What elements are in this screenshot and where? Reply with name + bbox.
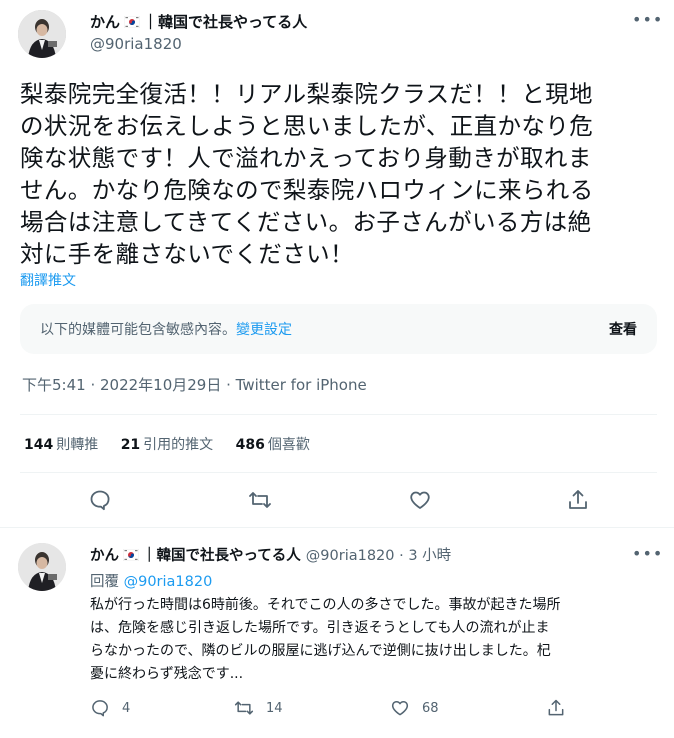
tweet-text-line: 場合は注意してきてください。お子さんがいる方は絶 xyxy=(20,208,592,236)
like-button[interactable] xyxy=(408,488,432,512)
display-name-suffix[interactable]: ｜韓国で社長やってる人 xyxy=(142,544,301,565)
reply-text: 私が行った時間は6時前後。それでこの人の多さでした。事故が起きた場所 は、危険を… xyxy=(90,594,660,686)
reply-author-row[interactable]: かん ｜韓国で社長やってる人 @90ria1820 · 3 小時 xyxy=(90,544,451,565)
replying-label: 回覆 xyxy=(90,574,119,590)
share-button[interactable] xyxy=(566,488,590,512)
tweet-text-line: 険な状態です！人で溢れかえっており身動きが取れま xyxy=(20,144,592,172)
main-tweet: かん ｜韓国で社長やってる人 @90ria1820 ••• 梨泰院完全復活！！リ… xyxy=(0,0,674,528)
display-name-suffix[interactable]: ｜韓国で社長やってる人 xyxy=(143,11,307,32)
reply-text-line: 私が行った時間は6時前後。それでこの人の多さでした。事故が起きた場所 xyxy=(90,597,561,613)
reply-icon xyxy=(92,700,108,717)
retweet-icon xyxy=(234,701,254,715)
retweet-count: 14 xyxy=(266,700,283,716)
retweet-label: 則轉推 xyxy=(56,437,99,453)
retweet-count: 144 xyxy=(24,437,54,453)
engagement-stats: 144 則轉推 21 引用的推文 486 個喜歡 xyxy=(24,434,328,454)
more-options-icon[interactable]: ••• xyxy=(632,546,663,562)
retweet-stat[interactable]: 144 則轉推 xyxy=(24,437,98,453)
reply-icon xyxy=(90,490,110,511)
sensitive-warning-message: 以下的媒體可能包含敏感內容。 xyxy=(40,322,236,338)
author-name-row[interactable]: かん ｜韓国で社長やってる人 xyxy=(90,11,307,32)
change-settings-link[interactable]: 變更設定 xyxy=(236,322,292,338)
reply-share-button[interactable] xyxy=(546,698,578,718)
display-name[interactable]: かん xyxy=(90,11,120,32)
tweet-text-line: の状況をお伝えしようと思いましたが、正直かなり危 xyxy=(20,112,594,140)
like-icon xyxy=(410,491,430,509)
korea-flag-icon xyxy=(123,548,139,561)
avatar-photo xyxy=(18,10,66,58)
like-count: 68 xyxy=(422,700,439,716)
display-name[interactable]: かん xyxy=(90,544,119,565)
quote-stat[interactable]: 21 引用的推文 xyxy=(121,437,213,453)
korea-flag-icon xyxy=(124,15,141,28)
like-stat[interactable]: 486 個喜歡 xyxy=(236,437,310,453)
more-options-icon[interactable]: ••• xyxy=(632,12,663,28)
handle[interactable]: @90ria1820 xyxy=(90,35,182,53)
retweet-icon xyxy=(249,492,271,508)
quote-label: 引用的推文 xyxy=(143,437,214,453)
replying-to: 回覆 @90ria1820 xyxy=(90,570,212,591)
quote-count: 21 xyxy=(120,437,141,453)
sensitive-media-warning: 以下的媒體可能包含敏感內容。變更設定 查看 xyxy=(20,304,657,354)
reply-count: 4 xyxy=(122,700,131,716)
reply-button[interactable] xyxy=(88,488,112,512)
handle-and-time[interactable]: @90ria1820 · 3 小時 xyxy=(306,544,451,565)
reply-reply-button[interactable]: 4 xyxy=(90,698,130,718)
tweet-text-line: 梨泰院完全復活！！リアル梨泰院クラスだ！！と現地 xyxy=(20,80,593,108)
reply-text-line: 憂に終わらず残念です... xyxy=(90,666,244,682)
reply-like-button[interactable]: 68 xyxy=(390,698,439,718)
tweet-text-line: せん。かなり危険なので梨泰院ハロウィンに来られる xyxy=(20,176,594,204)
reply-tweet[interactable]: かん ｜韓国で社長やってる人 @90ria1820 · 3 小時 ••• 回覆 … xyxy=(0,528,674,738)
reply-text-line: らなかったので、隣のビルの服屋に逃げ込んで逆側に抜け出しました。杞 xyxy=(90,643,551,659)
like-count: 486 xyxy=(235,437,265,453)
share-icon xyxy=(569,490,587,509)
replying-to-handle[interactable]: @90ria1820 xyxy=(124,574,213,590)
avatar[interactable] xyxy=(18,543,66,591)
sensitive-warning-text: 以下的媒體可能包含敏感內容。變更設定 xyxy=(40,319,292,339)
tweet-timestamp[interactable]: 下午5:41 · 2022年10月29日 · Twitter for iPhon… xyxy=(22,374,367,395)
view-media-button[interactable]: 查看 xyxy=(609,319,637,339)
retweet-button[interactable] xyxy=(248,488,272,512)
avatar[interactable] xyxy=(18,10,66,58)
divider xyxy=(20,414,657,415)
tweet-text: 梨泰院完全復活！！リアル梨泰院クラスだ！！と現地 の状況をお伝えしようと思いまし… xyxy=(20,78,660,270)
reply-retweet-button[interactable]: 14 xyxy=(234,698,283,718)
reply-text-line: は、危険を感じ引き返した場所です。引き返そうとしても人の流れが止ま xyxy=(90,620,550,636)
share-icon xyxy=(548,699,564,716)
like-label: 個喜歡 xyxy=(267,437,310,453)
tweet-text-line: 対に手を離さないでください！ xyxy=(20,240,354,268)
divider xyxy=(20,472,657,473)
like-icon xyxy=(391,701,409,716)
avatar-photo xyxy=(18,543,66,591)
translate-tweet-link[interactable]: 翻譯推文 xyxy=(20,270,76,290)
